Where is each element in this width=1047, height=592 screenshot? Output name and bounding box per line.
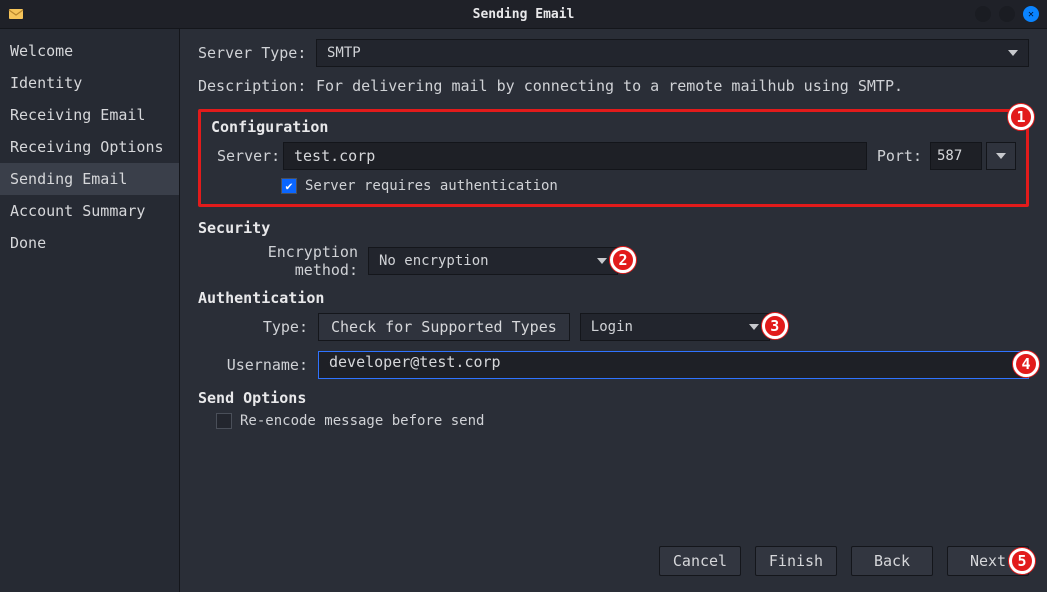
auth-type-value: Login: [591, 319, 633, 335]
minimize-button[interactable]: [975, 6, 991, 22]
check-supported-types-label: Check for Supported Types: [331, 318, 557, 336]
username-label: Username:: [198, 356, 318, 374]
sidebar-item-receiving-options[interactable]: Receiving Options: [0, 131, 179, 163]
auth-type-label: Type:: [198, 318, 318, 336]
annotation-marker-1: 1: [1008, 104, 1034, 130]
main-panel: Server Type: SMTP Description:For delive…: [180, 29, 1047, 592]
close-button[interactable]: [1023, 6, 1039, 22]
encryption-value: No encryption: [379, 253, 489, 269]
port-value: 587: [937, 148, 962, 164]
description-text: For delivering mail by connecting to a r…: [316, 77, 903, 95]
server-input[interactable]: [283, 142, 867, 170]
server-type-select[interactable]: SMTP: [316, 39, 1029, 67]
server-input-field[interactable]: [292, 146, 858, 166]
cancel-button[interactable]: Cancel: [659, 546, 741, 576]
sidebar-item-receiving-email[interactable]: Receiving Email: [0, 99, 179, 131]
server-label: Server:: [211, 147, 283, 165]
window-controls: [975, 6, 1039, 22]
username-input-field[interactable]: [327, 352, 1020, 372]
sidebar-item-label: Welcome: [10, 42, 73, 60]
port-dropdown-button[interactable]: [986, 142, 1016, 170]
titlebar: Sending Email: [0, 0, 1047, 28]
sidebar-item-label: Receiving Options: [10, 138, 164, 156]
port-input[interactable]: 587: [930, 142, 982, 170]
sidebar-item-label: Account Summary: [10, 202, 145, 220]
mail-icon: [8, 6, 24, 22]
description-label: Description:: [198, 77, 316, 95]
sidebar-item-done[interactable]: Done: [0, 227, 179, 259]
back-button[interactable]: Back: [851, 546, 933, 576]
check-supported-types-button[interactable]: Check for Supported Types: [318, 313, 570, 341]
sidebar-item-label: Sending Email: [10, 170, 127, 188]
encryption-label: Encryption method:: [198, 243, 368, 279]
reencode-checkbox[interactable]: [216, 413, 232, 429]
security-heading: Security: [198, 219, 1029, 237]
port-label: Port:: [877, 147, 922, 165]
annotation-marker-3: 3: [762, 313, 788, 339]
sidebar-item-label: Done: [10, 234, 46, 252]
annotation-marker-4: 4: [1013, 351, 1039, 377]
configuration-heading: Configuration: [211, 118, 1016, 136]
server-type-label: Server Type:: [198, 44, 316, 62]
reencode-label: Re-encode message before send: [240, 413, 484, 429]
encryption-select[interactable]: No encryption: [368, 247, 618, 275]
sidebar-item-welcome[interactable]: Welcome: [0, 35, 179, 67]
sidebar-item-label: Receiving Email: [10, 106, 145, 124]
sidebar-item-label: Identity: [10, 74, 82, 92]
send-options-heading: Send Options: [198, 389, 1029, 407]
server-type-value: SMTP: [327, 45, 361, 61]
sidebar-item-account-summary[interactable]: Account Summary: [0, 195, 179, 227]
username-input[interactable]: [318, 351, 1029, 379]
annotation-marker-5: 5: [1009, 548, 1035, 574]
requires-auth-checkbox[interactable]: [281, 178, 297, 194]
requires-auth-label: Server requires authentication: [305, 178, 558, 194]
annotation-marker-2: 2: [610, 247, 636, 273]
sidebar: Welcome Identity Receiving Email Receivi…: [0, 29, 180, 592]
configuration-section: Configuration Server: Port: 587 Server r…: [198, 109, 1029, 207]
finish-button[interactable]: Finish: [755, 546, 837, 576]
auth-type-select[interactable]: Login: [580, 313, 770, 341]
sidebar-item-sending-email[interactable]: Sending Email: [0, 163, 179, 195]
footer: Cancel Finish Back Next: [198, 532, 1029, 592]
sidebar-item-identity[interactable]: Identity: [0, 67, 179, 99]
window-title: Sending Email: [0, 7, 1047, 22]
maximize-button[interactable]: [999, 6, 1015, 22]
authentication-heading: Authentication: [198, 289, 1029, 307]
